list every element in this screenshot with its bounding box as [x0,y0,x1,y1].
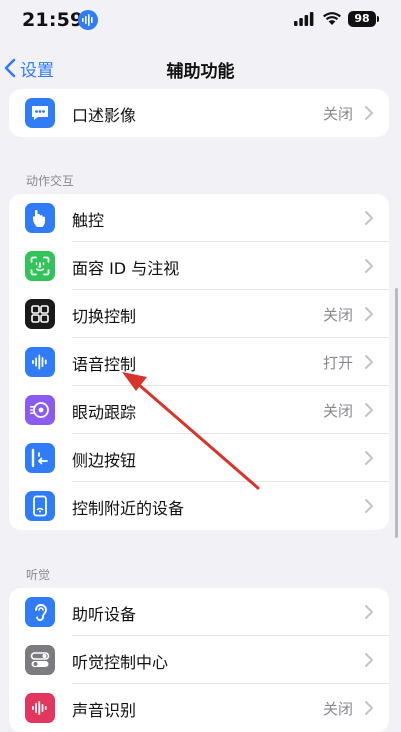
chevron-right-icon [365,653,373,667]
list-item-value: 关闭 [322,402,353,420]
status-time: 21:59 [22,9,84,31]
chevron-right-icon [365,106,373,120]
chevron-right-icon [365,605,373,619]
audio-description-icon [25,98,55,128]
settings-group-hearing: 助听设备 听觉控制中心 声音识别 关闭 [9,588,389,732]
face-id-icon [25,251,55,281]
list-item-switch-control[interactable]: 切换控制 关闭 [9,290,389,338]
list-item-voice-control[interactable]: 语音控制 打开 [9,338,389,386]
list-item-side-button[interactable]: 侧边按钮 [9,434,389,482]
list-item-label: 助听设备 [72,605,137,624]
list-item-hearing-control-center[interactable]: 听觉控制中心 [9,636,389,684]
list-item-control-nearby-devices[interactable]: 控制附近的设备 [9,482,389,530]
list-item-face-id-attention[interactable]: 面容 ID 与注视 [9,242,389,290]
side-button-icon [25,443,55,473]
settings-group-top: 口述影像 关闭 [9,89,389,137]
navigation-bar: 设置 辅助功能 [0,44,401,92]
list-item-label: 听觉控制中心 [72,653,169,672]
battery-tip [377,16,379,22]
list-item-touch[interactable]: 触控 [9,194,389,242]
switch-control-icon [25,299,55,329]
settings-group-interaction: 触控 面容 ID 与注视 切换控制 关闭 语音控制 打开 眼动跟踪 关闭 侧边按… [9,194,389,530]
list-item-value: 打开 [322,354,353,372]
list-item-audio-descriptions[interactable]: 口述影像 关闭 [9,89,389,137]
section-header-hearing: 听觉 [26,568,51,582]
sound-recognition-icon [25,693,55,723]
chevron-right-icon [365,211,373,225]
wifi-icon [323,12,341,25]
list-item-value: 关闭 [322,306,353,324]
cellular-signal-icon [294,12,314,26]
voice-control-icon [25,347,55,377]
chevron-right-icon [365,307,373,321]
touch-icon [25,203,55,233]
list-item-label: 切换控制 [72,307,137,326]
hearing-devices-icon [25,597,55,627]
list-item-hearing-devices[interactable]: 助听设备 [9,588,389,636]
hearing-control-center-icon [25,645,55,675]
list-item-label: 面容 ID 与注视 [72,259,180,278]
scrollbar[interactable] [395,288,398,538]
list-item-label: 控制附近的设备 [72,499,185,518]
list-item-sound-recognition[interactable]: 声音识别 关闭 [9,684,389,732]
page-title: 辅助功能 [166,62,235,82]
section-header-interaction: 动作交互 [26,174,75,188]
chevron-right-icon [365,403,373,417]
chevron-right-icon [365,355,373,369]
list-item-label: 触控 [72,211,105,230]
voice-control-active-icon [78,10,98,30]
list-item-label: 声音识别 [72,701,137,720]
control-nearby-devices-icon [25,491,55,521]
chevron-right-icon [365,259,373,273]
list-item-label: 眼动跟踪 [72,403,137,422]
status-bar: 21:59 98 [0,0,401,44]
chevron-right-icon [365,499,373,513]
eye-tracking-icon [25,395,55,425]
list-item-eye-tracking[interactable]: 眼动跟踪 关闭 [9,386,389,434]
list-item-label: 侧边按钮 [72,451,137,470]
battery-indicator: 98 [348,11,376,27]
list-item-label: 口述影像 [72,106,137,125]
list-item-label: 语音控制 [72,355,137,374]
list-item-value: 关闭 [322,700,353,718]
chevron-right-icon [365,451,373,465]
list-item-value: 关闭 [322,105,353,123]
chevron-right-icon [365,701,373,715]
